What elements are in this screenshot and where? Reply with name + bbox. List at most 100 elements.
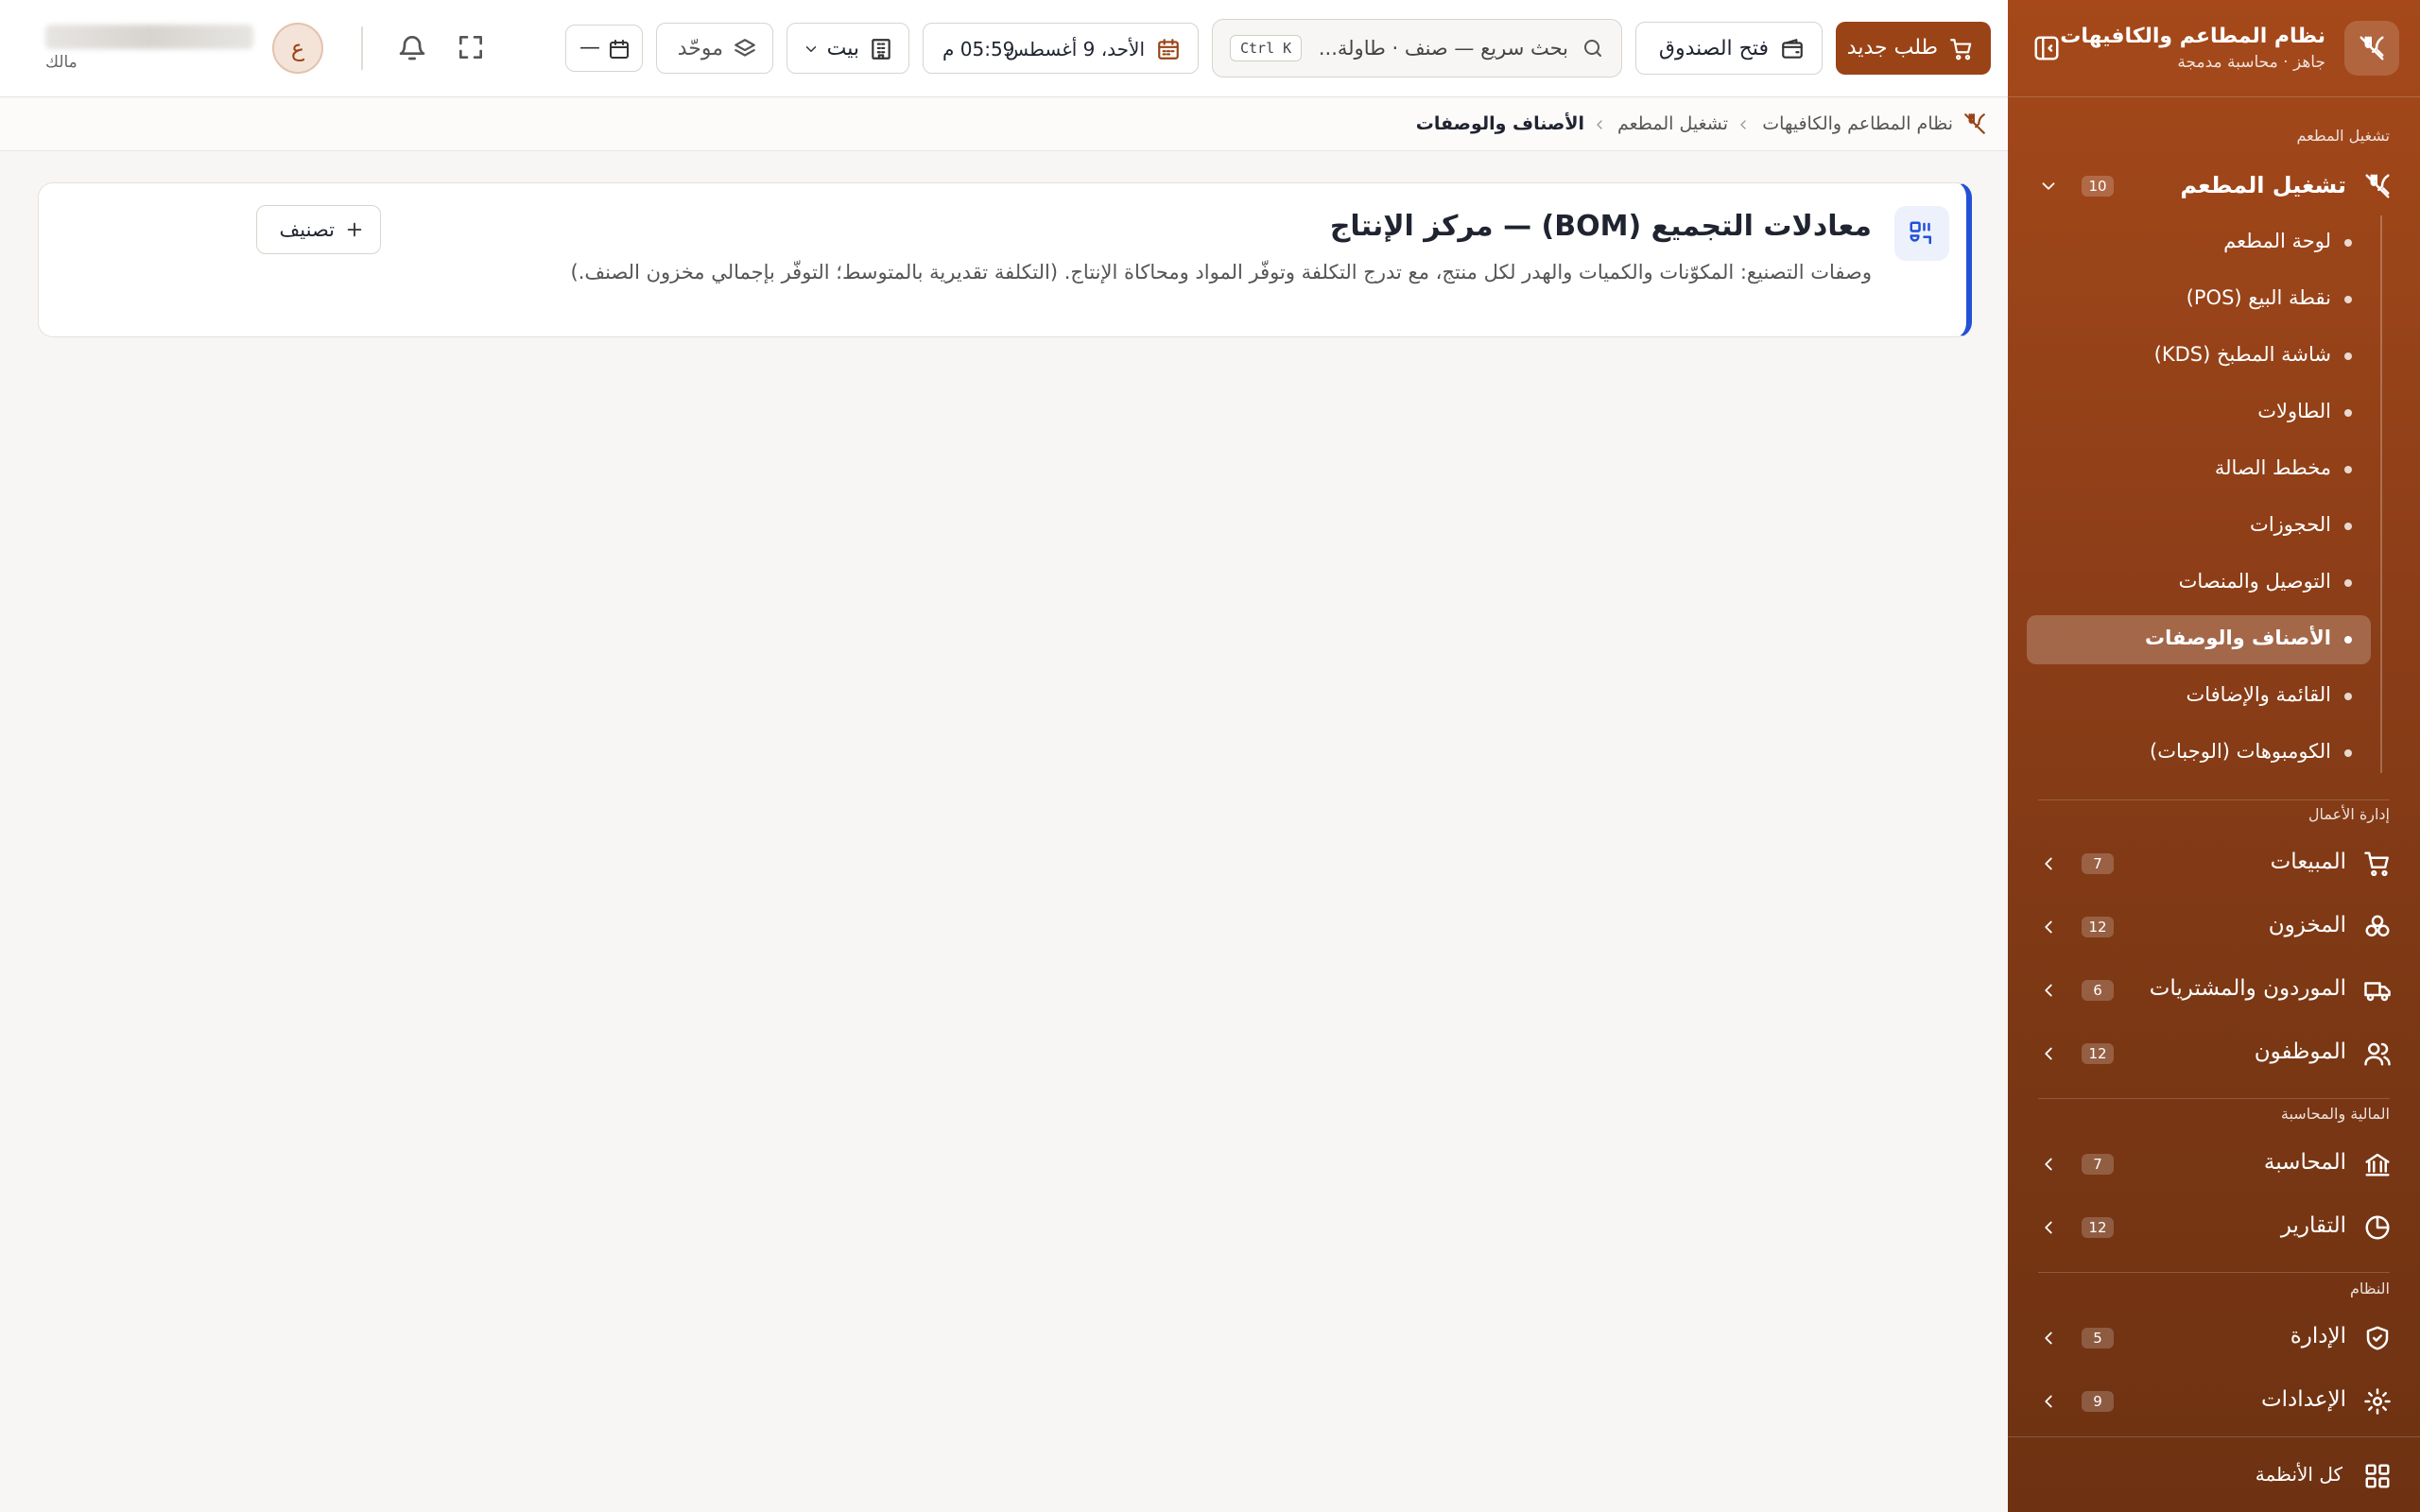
chevron-down-icon xyxy=(2038,176,2059,197)
layers-icon xyxy=(733,37,757,61)
count-badge: 12 xyxy=(2082,917,2114,937)
bullet-dot xyxy=(2344,296,2352,303)
sidebar-item-delivery[interactable]: التوصيل والمنصات xyxy=(2027,558,2371,608)
chevron-left-icon xyxy=(2038,980,2059,1001)
cart-icon xyxy=(2363,850,2392,878)
section-divider xyxy=(2038,799,2390,800)
branch-selector[interactable]: بيت xyxy=(786,23,909,74)
sidebar-group-suppliers[interactable]: الموردون والمشتريات 6 xyxy=(2008,963,2420,1016)
bullet-dot xyxy=(2344,239,2352,247)
new-order-label: طلب جديد xyxy=(1846,36,1938,60)
search-icon xyxy=(1582,37,1604,60)
chevron-left-icon xyxy=(2038,853,2059,874)
section-label-system: النظام xyxy=(2349,1280,2390,1297)
sidebar-item-reservations[interactable]: الحجوزات xyxy=(2027,502,2371,551)
item-label: الحجوزات xyxy=(2250,513,2331,536)
sidebar-header: نظام المطاعم والكافيهات جاهز · محاسبة مد… xyxy=(2008,0,2420,97)
search-placeholder: بحث سريع — صنف · طاولة... xyxy=(1318,37,1568,60)
section-label-ops: تشغيل المطعم xyxy=(2296,127,2390,145)
toolbar-divider xyxy=(361,26,363,70)
chevron-left-icon xyxy=(1736,115,1751,134)
item-label: الكومبوهات (الوجبات) xyxy=(2150,740,2331,763)
gear-icon xyxy=(2363,1387,2392,1416)
chevron-left-icon xyxy=(2038,917,2059,937)
sidebar-item-pos[interactable]: نقطة البيع (POS) xyxy=(2027,275,2371,324)
sidebar-group-accounting[interactable]: المحاسبة 7 xyxy=(2008,1137,2420,1190)
item-label: مخطط الصالة xyxy=(2214,456,2331,479)
sidebar: نظام المطاعم والكافيهات جاهز · محاسبة مد… xyxy=(2008,0,2420,1512)
period-selector[interactable]: — xyxy=(565,25,643,72)
sidebar-group-employees[interactable]: الموظفون 12 xyxy=(2008,1026,2420,1079)
mode-label: موحّد xyxy=(677,37,723,60)
plus-icon xyxy=(344,219,365,240)
breadcrumb-root[interactable]: نظام المطاعم والكافيهات xyxy=(1762,113,1953,134)
user-role: مالك xyxy=(45,53,78,72)
main-content: معادلات التجميع (BOM) — مركز الإنتاج وصف… xyxy=(0,151,2008,1512)
breadcrumb-section[interactable]: تشغيل المطعم xyxy=(1617,113,1728,134)
bom-header-card: معادلات التجميع (BOM) — مركز الإنتاج وصف… xyxy=(38,182,1972,337)
quick-search-input[interactable]: بحث سريع — صنف · طاولة... Ctrl K xyxy=(1212,19,1622,77)
sidebar-group-sales[interactable]: المبيعات 7 xyxy=(2008,836,2420,889)
sidebar-item-tables[interactable]: الطاولات xyxy=(2027,388,2371,438)
count-badge: 10 xyxy=(2082,176,2114,197)
sidebar-group-settings[interactable]: الإعدادات 9 xyxy=(2008,1374,2420,1427)
utensils-icon xyxy=(1962,112,1987,136)
sidebar-group-inventory[interactable]: المخزون 12 xyxy=(2008,900,2420,953)
sidebar-item-menu-addons[interactable]: القائمة والإضافات xyxy=(2027,672,2371,721)
group-label: المخزون xyxy=(2268,913,2346,937)
keyboard-shortcut-hint: Ctrl K xyxy=(1230,35,1303,61)
utensils-icon xyxy=(2363,172,2392,200)
add-category-button[interactable]: تصنيف xyxy=(256,205,381,254)
open-cash-label: فتح الصندوق xyxy=(1658,37,1769,60)
sidebar-collapse-icon[interactable] xyxy=(2032,34,2061,62)
sidebar-subtitle: جاهز · محاسبة مدمجة xyxy=(2177,53,2325,72)
unified-mode-toggle[interactable]: موحّد xyxy=(656,23,773,74)
chevron-left-icon xyxy=(2038,1154,2059,1175)
sidebar-item-floor-plan[interactable]: مخطط الصالة xyxy=(2027,445,2371,494)
section-divider xyxy=(2038,1272,2390,1273)
bullet-dot xyxy=(2344,409,2352,417)
recipe-icon xyxy=(1894,206,1949,261)
group-label: تشغيل المطعم xyxy=(2180,172,2346,198)
sidebar-group-administration[interactable]: الإدارة 5 xyxy=(2008,1311,2420,1364)
avatar[interactable]: ع xyxy=(272,23,323,74)
item-label: الطاولات xyxy=(2257,400,2331,422)
sidebar-group-restaurant-ops[interactable]: تشغيل المطعم 10 xyxy=(2008,159,2420,212)
date-time-display[interactable]: الأحد، 9 أغسطس 05:59 م xyxy=(923,23,1199,74)
calendar-icon xyxy=(608,38,631,60)
fullscreen-icon[interactable] xyxy=(456,32,486,62)
section-divider xyxy=(2038,1098,2390,1099)
button-label: تصنيف xyxy=(279,218,335,241)
all-systems-link[interactable]: كل الأنظمة xyxy=(2008,1436,2420,1512)
bell-icon[interactable] xyxy=(397,32,427,62)
group-label: الإدارة xyxy=(2290,1324,2346,1349)
count-badge: 6 xyxy=(2082,980,2114,1001)
item-label: نقطة البيع (POS) xyxy=(2186,286,2331,309)
boxes-icon xyxy=(2363,913,2392,941)
open-cash-drawer-button[interactable]: فتح الصندوق xyxy=(1635,22,1823,75)
group-label: الإعدادات xyxy=(2261,1387,2346,1412)
count-badge: 7 xyxy=(2082,1154,2114,1175)
sidebar-item-kds[interactable]: شاشة المطبخ (KDS) xyxy=(2027,332,2371,381)
chevron-left-icon xyxy=(2038,1391,2059,1412)
sidebar-item-restaurant-dashboard[interactable]: لوحة المطعم xyxy=(2027,218,2371,267)
item-label: التوصيل والمنصات xyxy=(2178,570,2331,593)
building-icon xyxy=(869,37,893,61)
sidebar-group-reports[interactable]: التقارير 12 xyxy=(2008,1200,2420,1253)
item-label: شاشة المطبخ (KDS) xyxy=(2153,343,2331,366)
bullet-dot xyxy=(2344,579,2352,587)
group-label: المبيعات xyxy=(2270,850,2346,874)
new-order-button[interactable]: طلب جديد xyxy=(1836,22,1991,75)
current-date: الأحد، 9 أغسطس xyxy=(1005,38,1146,60)
chevron-left-icon xyxy=(2038,1328,2059,1349)
bullet-dot xyxy=(2344,523,2352,530)
utensils-logo-icon xyxy=(2344,21,2399,76)
sidebar-item-items-recipes[interactable]: الأصناف والوصفات xyxy=(2027,615,2371,664)
grid-icon xyxy=(2363,1462,2392,1490)
item-label: لوحة المطعم xyxy=(2223,230,2331,252)
pie-chart-icon xyxy=(2363,1213,2392,1242)
bullet-dot xyxy=(2344,749,2352,757)
top-bar: طلب جديد فتح الصندوق بحث سريع — صنف · طا… xyxy=(0,0,2008,97)
calendar-icon xyxy=(1156,37,1181,61)
sidebar-item-combos[interactable]: الكومبوهات (الوجبات) xyxy=(2027,729,2371,778)
